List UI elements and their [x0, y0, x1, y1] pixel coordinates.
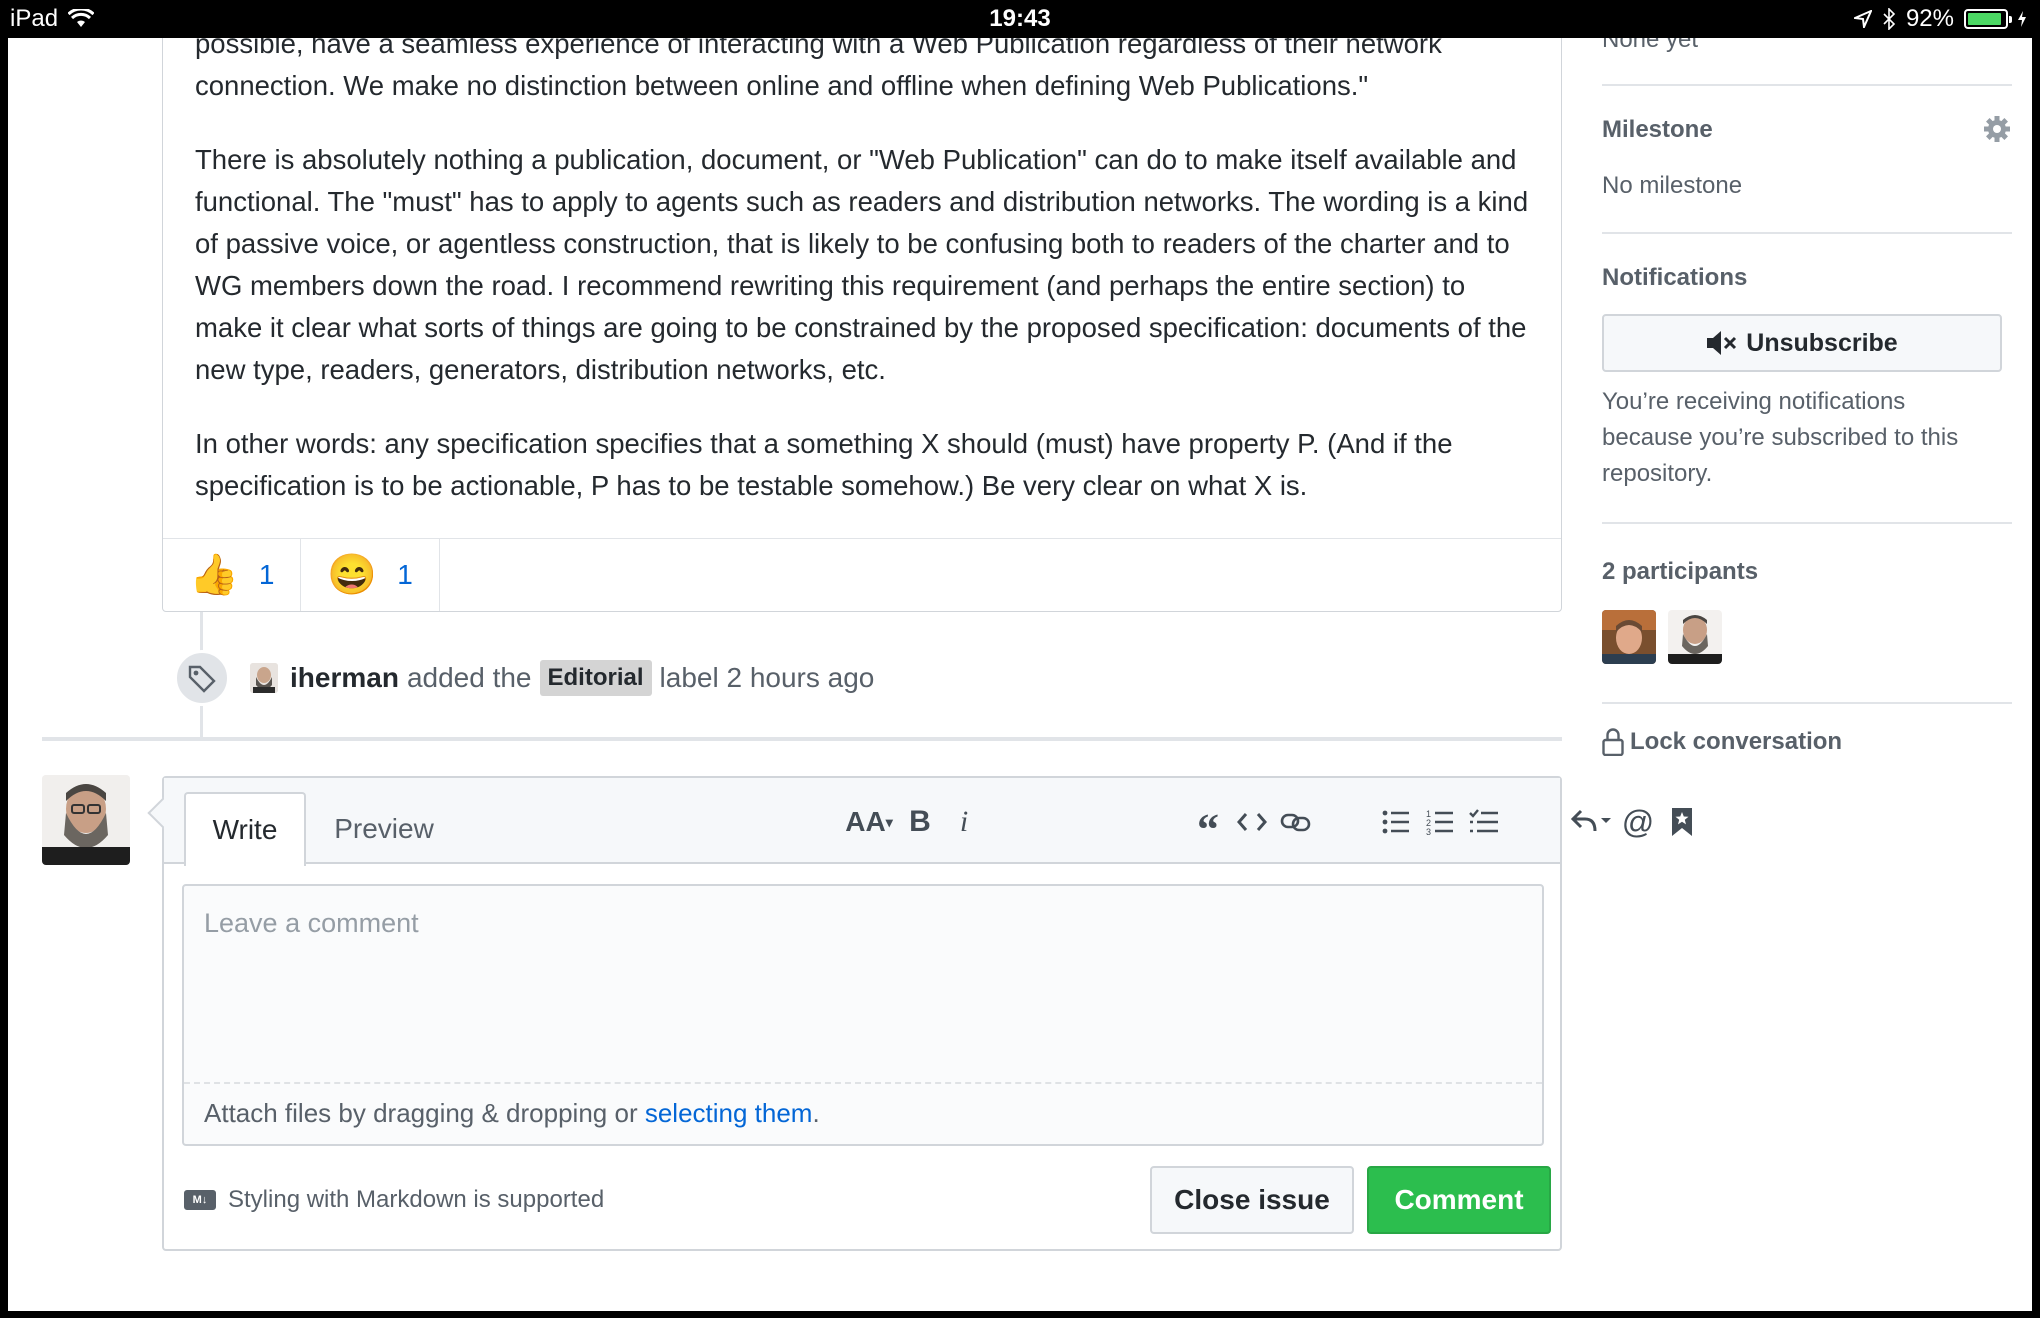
- attach-text: Attach files by dragging & dropping or: [204, 1098, 645, 1128]
- comment-paragraph-1: possible, have a seamless experience of …: [195, 38, 1535, 107]
- avatar[interactable]: [250, 663, 278, 693]
- mute-icon: [1707, 331, 1737, 355]
- lock-label: Lock conversation: [1630, 728, 1843, 755]
- comment-line: connection. We make no distinction betwe…: [195, 70, 1369, 101]
- bold-button[interactable]: B: [898, 800, 942, 844]
- comment-box: possible, have a seamless experience of …: [162, 38, 1562, 612]
- timeline-divider: [42, 737, 1562, 741]
- saved-reply-button[interactable]: [1660, 800, 1704, 844]
- at-icon: @: [1621, 803, 1655, 840]
- code-icon: [1237, 813, 1267, 831]
- toolbar-text-group: AA ▾ B i: [840, 798, 986, 846]
- clock: 19:43: [989, 5, 1051, 32]
- new-comment-form: Write Preview AA ▾ B i “ 1 2 3 @ Leave a…: [162, 776, 1692, 1251]
- event-suffix: label 2 hours ago: [659, 662, 875, 693]
- italic-icon: i: [959, 805, 969, 838]
- reaction-count: 1: [397, 559, 413, 590]
- link-icon: [1280, 813, 1311, 832]
- lock-icon: [1602, 728, 1624, 756]
- charging-icon: [2018, 11, 2026, 27]
- tab-preview[interactable]: Preview: [324, 792, 444, 866]
- event-author[interactable]: iherman: [290, 662, 399, 694]
- thumbs-up-icon: 👍: [189, 553, 239, 597]
- timeline-event: iherman added the Editorial label 2 hour…: [174, 650, 874, 706]
- quote-button[interactable]: “: [1186, 800, 1230, 854]
- battery-level: [1968, 13, 2002, 25]
- markdown-icon: M↓: [184, 1190, 216, 1210]
- sidebar-participants: 2 participants: [1602, 524, 2012, 704]
- bluetooth-icon: [1883, 8, 1896, 30]
- milestone-title: Milestone: [1602, 116, 1713, 143]
- event-action: added the: [406, 662, 532, 693]
- quote-icon: “: [1197, 804, 1219, 854]
- participants-list: [1602, 610, 1722, 664]
- mention-button[interactable]: @: [1616, 800, 1660, 844]
- select-files-link[interactable]: selecting them: [645, 1098, 813, 1128]
- battery-percent: 92%: [1905, 5, 1954, 32]
- code-button[interactable]: [1230, 800, 1274, 844]
- tab-write[interactable]: Write: [184, 792, 306, 866]
- projects-value: None yet: [1602, 38, 1699, 53]
- battery-icon: [1964, 9, 2012, 29]
- reply-button[interactable]: [1566, 800, 1616, 844]
- notifications-reason: You’re receiving notifications because y…: [1602, 388, 1959, 487]
- text-size-icon: AA: [845, 806, 886, 837]
- reactions-bar: 👍 1 😄 1: [163, 538, 1561, 611]
- gear-icon[interactable]: [1982, 114, 2012, 144]
- label-editorial[interactable]: Editorial: [539, 660, 652, 696]
- markdown-note-text: Styling with Markdown is supported: [228, 1186, 605, 1213]
- form-header: Write Preview AA ▾ B i “ 1 2 3 @: [164, 778, 1692, 866]
- lock-conversation[interactable]: Lock conversation: [1602, 728, 1842, 756]
- milestone-value: No milestone: [1602, 172, 1743, 199]
- avatar[interactable]: [1668, 610, 1722, 664]
- bookmark-icon: [1672, 808, 1692, 836]
- sidebar-projects: None yet: [1602, 38, 2012, 86]
- reaction-thumbs-up[interactable]: 👍 1: [163, 539, 302, 611]
- sidebar-notifications: Notifications Unsubscribe You’re receivi…: [1602, 234, 2012, 524]
- unsubscribe-button[interactable]: Unsubscribe: [1602, 314, 2002, 372]
- avatar[interactable]: [1602, 610, 1656, 664]
- close-issue-button[interactable]: Close issue: [1150, 1166, 1354, 1234]
- comment-textarea[interactable]: [184, 886, 1542, 1082]
- status-right: 92%: [1853, 5, 2026, 33]
- bold-icon: B: [909, 805, 931, 838]
- comment-button[interactable]: Comment: [1367, 1166, 1551, 1234]
- attach-end: .: [812, 1098, 820, 1128]
- issue-page: possible, have a seamless experience of …: [8, 38, 2032, 1311]
- header-text-button[interactable]: AA ▾: [840, 800, 898, 844]
- link-button[interactable]: [1274, 800, 1318, 844]
- comment-paragraph-2: There is absolutely nothing a publicatio…: [195, 144, 1529, 385]
- toolbar-insert-group: “: [1186, 798, 1318, 854]
- comment-line: possible, have a seamless experience of …: [195, 38, 1442, 59]
- avatar[interactable]: [42, 775, 130, 865]
- reaction-smile[interactable]: 😄 1: [301, 539, 440, 611]
- markdown-note[interactable]: M↓ Styling with Markdown is supported: [184, 1186, 604, 1214]
- comment-editor: Attach files by dragging & dropping or s…: [182, 884, 1544, 1146]
- sidebar-milestone: Milestone No milestone: [1602, 86, 2012, 234]
- caret-down-icon: ▾: [885, 813, 893, 830]
- comment-paragraph-3: In other words: any specification specif…: [195, 428, 1453, 501]
- toolbar-extra-group: @: [1402, 798, 1704, 846]
- unsubscribe-label: Unsubscribe: [1746, 328, 1898, 357]
- italic-button[interactable]: i: [942, 800, 986, 844]
- participants-title: 2 participants: [1602, 558, 1759, 585]
- reaction-count: 1: [258, 559, 275, 590]
- timeline-line: [200, 706, 203, 738]
- reply-icon: [1571, 809, 1611, 832]
- attach-files-bar[interactable]: Attach files by dragging & dropping or s…: [184, 1082, 1542, 1146]
- notifications-title: Notifications: [1602, 264, 1748, 291]
- location-icon: [1853, 10, 1872, 28]
- timeline-line: [200, 612, 203, 652]
- smile-icon: 😄: [327, 553, 378, 597]
- tag-icon: [174, 650, 230, 706]
- status-bar: iPad 19:43 92%: [0, 0, 2040, 38]
